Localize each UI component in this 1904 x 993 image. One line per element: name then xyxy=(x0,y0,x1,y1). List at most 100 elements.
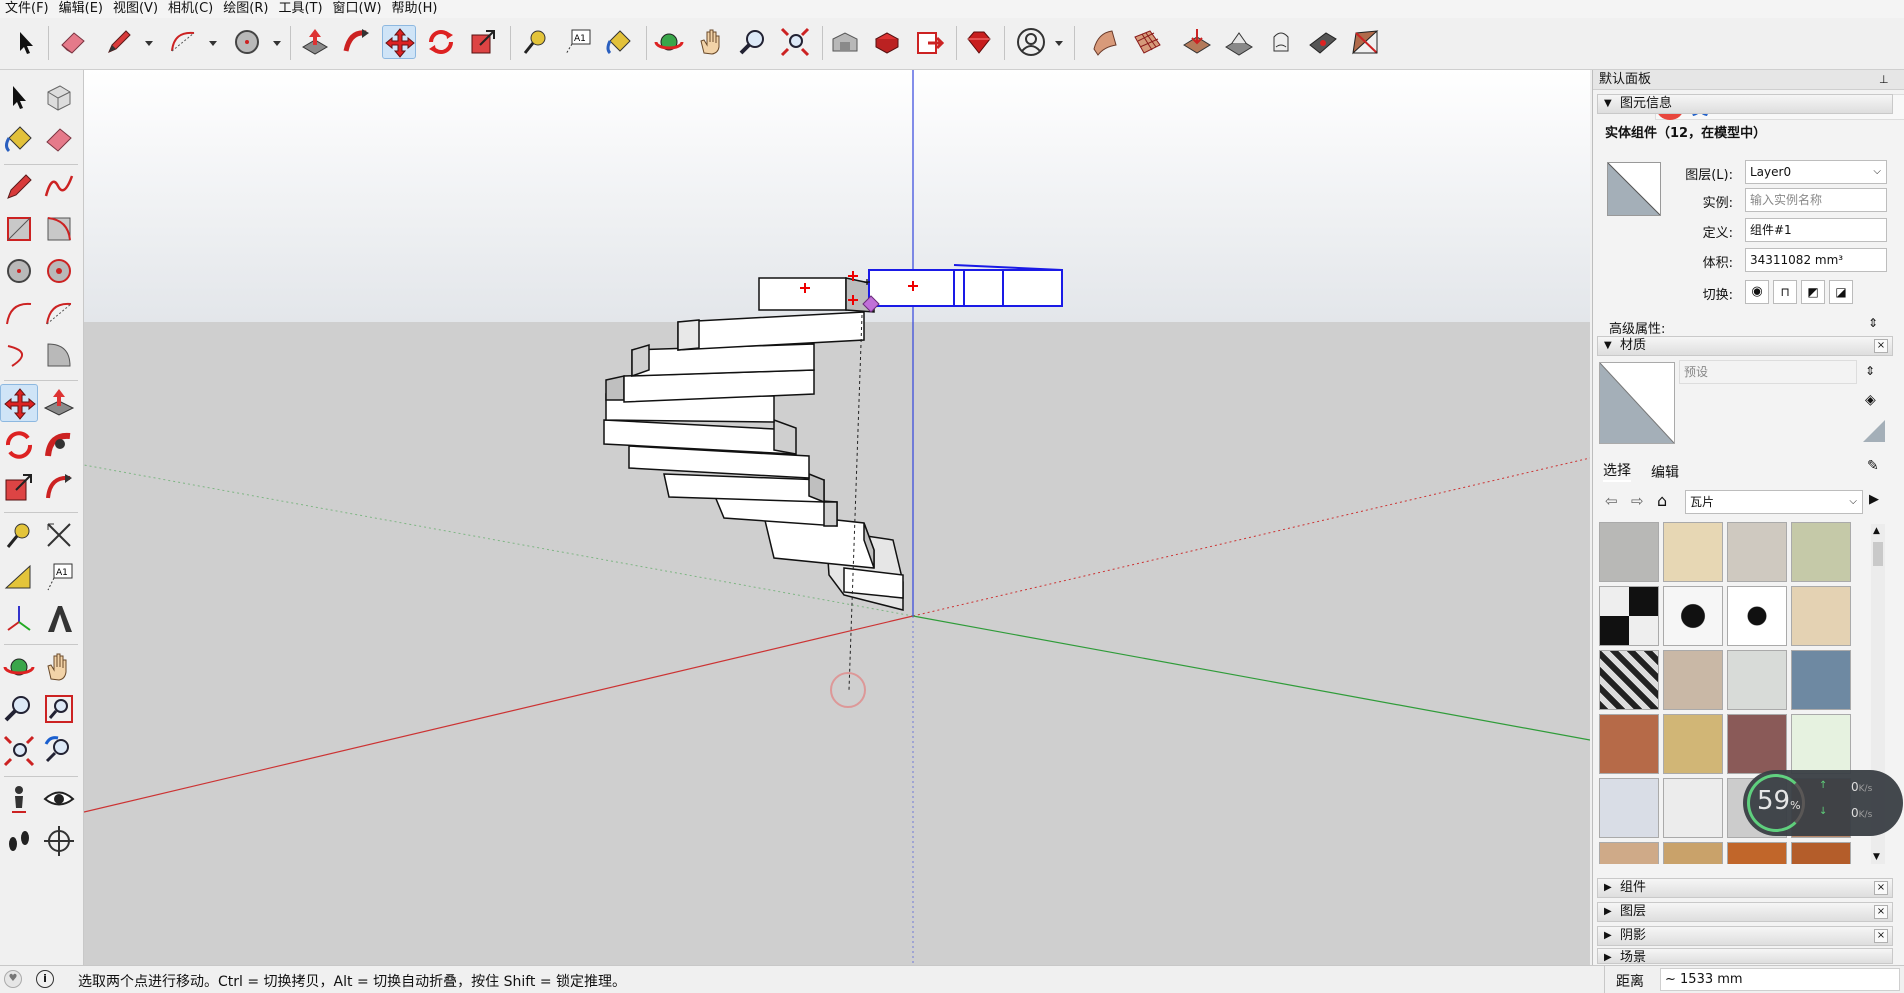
zoom-extents-tool-button[interactable] xyxy=(778,25,812,59)
chevron-down-icon[interactable] xyxy=(144,38,154,48)
instructor-info-icon[interactable]: i xyxy=(36,970,54,988)
dimension-button[interactable] xyxy=(40,516,78,554)
menu-camera[interactable]: 相机(C) xyxy=(163,0,218,18)
three-point-arc-button[interactable] xyxy=(0,336,38,374)
polygon-button[interactable] xyxy=(40,252,78,290)
left-text-button[interactable]: A1 xyxy=(40,558,78,596)
layers-header[interactable]: ▶ 图层 × xyxy=(1597,902,1893,922)
ruby-console-button[interactable] xyxy=(962,25,996,59)
menu-edit[interactable]: 编辑(E) xyxy=(54,0,108,18)
left-follow-me-button[interactable] xyxy=(40,426,78,464)
tape-measure-tool-button[interactable] xyxy=(518,25,552,59)
rotate-tool-button[interactable] xyxy=(424,25,458,59)
swatch[interactable] xyxy=(1599,778,1659,838)
left-tape-measure-button[interactable] xyxy=(0,516,38,554)
forward-arrow-icon[interactable]: ⇨ xyxy=(1631,492,1644,510)
menu-help[interactable]: 帮助(H) xyxy=(387,0,443,18)
look-around-button[interactable] xyxy=(40,780,78,818)
swatch[interactable] xyxy=(1727,650,1787,710)
eyedropper-icon[interactable]: ✎ xyxy=(1867,458,1879,474)
left-rotate-button[interactable] xyxy=(0,426,38,464)
scenes-header[interactable]: ▶ 场景 xyxy=(1597,948,1893,964)
swatch[interactable] xyxy=(1663,586,1723,646)
swatch[interactable] xyxy=(1599,842,1659,864)
scrollbar-thumb[interactable] xyxy=(1873,542,1883,566)
share-model-button[interactable] xyxy=(870,25,904,59)
selected-step[interactable] xyxy=(868,264,1063,307)
swatch[interactable] xyxy=(1599,650,1659,710)
left-line-button[interactable] xyxy=(0,168,38,206)
scale-tool-button[interactable] xyxy=(466,25,500,59)
left-push-pull-button[interactable] xyxy=(40,384,78,422)
swatch[interactable] xyxy=(1791,650,1851,710)
sandbox-from-contours-button[interactable] xyxy=(1088,25,1122,59)
chevron-down-icon[interactable] xyxy=(1054,38,1064,48)
tab-select[interactable]: 选择 xyxy=(1603,460,1631,482)
extension-warehouse-button[interactable] xyxy=(912,25,946,59)
walk-button[interactable] xyxy=(0,822,38,860)
scroll-up-icon[interactable]: ▲ xyxy=(1873,526,1880,536)
pin-icon[interactable]: ⊥ xyxy=(1879,73,1889,86)
expand-attributes-icon[interactable]: ⇕ xyxy=(1865,316,1881,334)
two-point-arc-button[interactable] xyxy=(40,294,78,332)
materials-header[interactable]: ▼ 材质 × xyxy=(1597,336,1893,356)
left-paint-bucket-button[interactable] xyxy=(0,120,38,158)
circle-tool-button[interactable] xyxy=(230,25,264,59)
left-zoom-extents-button[interactable] xyxy=(0,732,38,770)
rectangle-button[interactable] xyxy=(0,210,38,248)
left-arc-button[interactable] xyxy=(0,294,38,332)
create-material-icon[interactable]: ⇕ xyxy=(1865,364,1875,378)
swatch[interactable] xyxy=(1663,650,1723,710)
offset-button[interactable] xyxy=(40,468,78,506)
pan-tool-button[interactable] xyxy=(694,25,728,59)
previous-view-button[interactable] xyxy=(40,732,78,770)
network-speed-widget[interactable]: 59% ↑ ↓ 0K/s 0K/s xyxy=(1743,770,1903,836)
swatch[interactable] xyxy=(1727,522,1787,582)
swatch[interactable] xyxy=(1663,522,1723,582)
move-tool-button[interactable] xyxy=(382,25,416,59)
measurements-input[interactable]: ~ 1533 mm xyxy=(1660,968,1900,991)
close-icon[interactable]: × xyxy=(1874,881,1888,895)
model-viewport[interactable] xyxy=(84,70,1590,965)
left-orbit-button[interactable] xyxy=(0,648,38,686)
swatch[interactable] xyxy=(1599,522,1659,582)
pencil-tool-button[interactable] xyxy=(102,25,136,59)
sandbox-from-scratch-button[interactable] xyxy=(1130,25,1164,59)
menu-tools[interactable]: 工具(T) xyxy=(273,0,327,18)
left-circle-button[interactable] xyxy=(0,252,38,290)
geo-location-icon[interactable]: ♥ xyxy=(4,970,22,988)
menu-draw[interactable]: 绘图(R) xyxy=(218,0,273,18)
menu-file[interactable]: 文件(F) xyxy=(0,0,54,18)
visibility-eye-icon[interactable]: ◉ xyxy=(1745,280,1769,304)
entity-info-header[interactable]: ▼ 图元信息 xyxy=(1597,94,1893,114)
swatch[interactable] xyxy=(1791,714,1851,774)
swatch[interactable] xyxy=(1599,586,1659,646)
swatch[interactable] xyxy=(1727,842,1787,864)
flip-edge-button[interactable] xyxy=(1348,25,1382,59)
zoom-tool-button[interactable] xyxy=(736,25,770,59)
follow-me-tool-button[interactable] xyxy=(340,25,374,59)
position-camera-button[interactable] xyxy=(0,780,38,818)
menu-view[interactable]: 视图(V) xyxy=(108,0,163,18)
paint-bucket-icon[interactable]: ◈ xyxy=(1865,392,1876,408)
pie-button[interactable] xyxy=(40,336,78,374)
section-plane-button[interactable] xyxy=(40,822,78,860)
close-icon[interactable]: × xyxy=(1874,339,1888,353)
swatch[interactable] xyxy=(1599,714,1659,774)
push-pull-tool-button[interactable] xyxy=(298,25,332,59)
zoom-window-button[interactable] xyxy=(40,690,78,728)
swatch[interactable] xyxy=(1663,714,1723,774)
details-arrow-icon[interactable]: ▶ xyxy=(1869,492,1879,507)
axes-button[interactable] xyxy=(0,600,38,638)
swatch[interactable] xyxy=(1791,586,1851,646)
layer-select[interactable]: Layer0 ⌵ xyxy=(1745,160,1887,184)
arc-tool-button[interactable] xyxy=(166,25,200,59)
swatch[interactable] xyxy=(1791,842,1851,864)
rotated-rectangle-button[interactable] xyxy=(40,210,78,248)
paint-bucket-tool-button[interactable] xyxy=(602,25,636,59)
eraser-tool-button[interactable] xyxy=(56,25,90,59)
swatch[interactable] xyxy=(1791,522,1851,582)
select-tool-button[interactable] xyxy=(8,25,42,59)
lock-icon[interactable]: ⊓ xyxy=(1773,280,1797,304)
add-detail-button[interactable] xyxy=(1306,25,1340,59)
